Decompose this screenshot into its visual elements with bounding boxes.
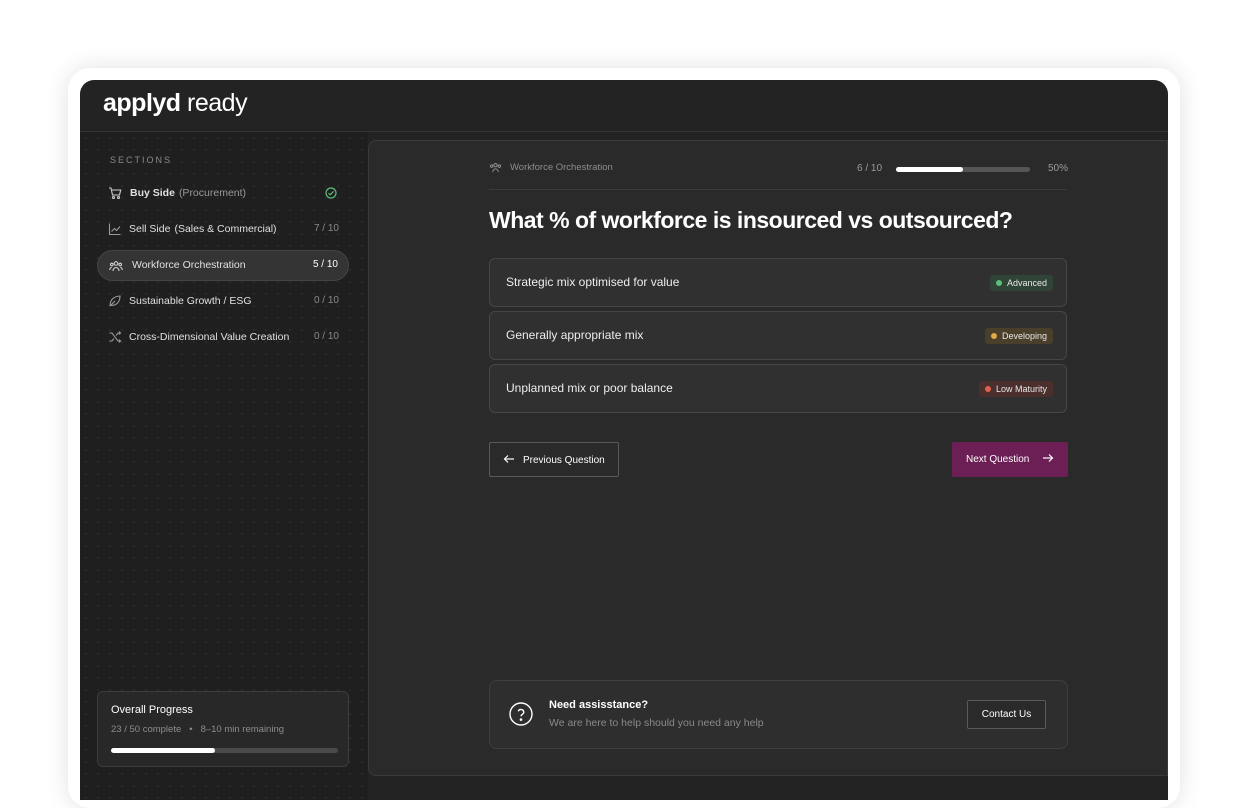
maturity-badge: Developing	[984, 328, 1053, 344]
answer-option-text: Strategic mix optimised for value	[506, 275, 680, 289]
check-circle-icon	[325, 187, 337, 199]
people-icon	[489, 163, 502, 173]
previous-question-button[interactable]: Previous Question	[489, 442, 619, 477]
overall-progress-subtitle: 23 / 50 complete • 8–10 min remaining	[111, 724, 284, 735]
sidebar-item-label: Buy Side	[130, 187, 175, 199]
sidebar-item-count: 7 / 10	[313, 223, 339, 234]
logo: applyd ready	[103, 89, 248, 118]
sidebar-item-workforce[interactable]: Workforce Orchestration 5 / 10	[97, 250, 349, 281]
badge-label: Advanced	[1006, 278, 1047, 288]
next-question-label: Next Question	[966, 454, 1030, 465]
app-window: applyd ready SECTIONS Buy Side (Procureme…	[80, 80, 1168, 800]
answer-option-text: Unplanned mix or poor balance	[506, 381, 673, 395]
overall-progress-remaining: 8–10 min remaining	[200, 724, 285, 735]
sidebar-item-label: Sustainable Growth / ESG	[129, 295, 252, 307]
previous-question-label: Previous Question	[523, 455, 605, 466]
help-title: Need assisstance?	[549, 699, 649, 711]
sidebar-item-sell-side[interactable]: Sell Side (Sales & Commercial) 7 / 10	[97, 214, 349, 245]
sidebar-item-sub: (Procurement)	[178, 187, 247, 199]
app-header: applyd ready	[80, 80, 1168, 132]
question-progress-bar	[896, 167, 1030, 172]
maturity-badge: Low Maturity	[978, 381, 1053, 397]
question-progress-text: 6 / 10	[857, 163, 883, 174]
people-icon	[109, 261, 123, 272]
sidebar-item-buy-side[interactable]: Buy Side (Procurement)	[97, 178, 349, 209]
badge-label: Developing	[1001, 331, 1047, 341]
overall-progress-complete: 23 / 50 complete	[111, 724, 182, 735]
logo-bold: applyd	[103, 89, 181, 117]
question-panel: Workforce Orchestration 6 / 10 50% What …	[368, 140, 1168, 776]
overall-progress-fill	[111, 748, 216, 753]
contact-us-button[interactable]: Contact Us	[967, 700, 1046, 729]
badge-label: Low Maturity	[995, 384, 1047, 394]
shuffle-icon	[109, 331, 122, 343]
answer-option-developing[interactable]: Generally appropriate mix Developing	[489, 311, 1067, 360]
cart-icon	[109, 187, 122, 200]
help-card: Need assisstance? We are here to help sh…	[489, 680, 1068, 749]
sidebar-item-count: 0 / 10	[313, 331, 339, 342]
sections-title: SECTIONS	[110, 155, 173, 165]
maturity-badge: Advanced	[989, 275, 1053, 291]
sidebar-item-sub: (Sales & Commercial)	[174, 223, 277, 235]
logo-light: ready	[187, 89, 248, 117]
leaf-icon	[109, 295, 121, 307]
help-subtitle: We are here to help should you need any …	[549, 717, 764, 729]
arrow-left-icon	[503, 455, 514, 463]
question-progress-fill	[896, 167, 963, 172]
overall-progress-card: Overall Progress 23 / 50 complete • 8–10 m…	[97, 691, 349, 767]
breadcrumb: Workforce Orchestration	[489, 162, 613, 173]
status-dot	[990, 333, 997, 339]
sidebar: SECTIONS Buy Side (Procurement) Sell Side…	[80, 132, 368, 800]
sidebar-item-label: Sell Side	[129, 223, 171, 235]
arrow-right-icon	[1043, 454, 1054, 462]
status-dot	[995, 280, 1002, 286]
sidebar-item-label: Workforce Orchestration	[132, 259, 246, 271]
sidebar-item-sustainable-growth[interactable]: Sustainable Growth / ESG 0 / 10	[97, 286, 349, 317]
status-dot	[984, 386, 991, 392]
chart-line-icon	[108, 223, 121, 236]
sidebar-item-count: 0 / 10	[313, 295, 339, 306]
divider	[489, 189, 1067, 190]
next-question-button[interactable]: Next Question	[952, 442, 1068, 477]
answer-option-advanced[interactable]: Strategic mix optimised for value Advanc…	[489, 258, 1067, 307]
sidebar-item-label: Cross-Dimensional Value Creation	[129, 331, 290, 343]
answer-option-low-maturity[interactable]: Unplanned mix or poor balance Low Maturi…	[489, 364, 1067, 413]
answer-option-text: Generally appropriate mix	[506, 328, 644, 342]
sidebar-item-cross-dimensional[interactable]: Cross-Dimensional Value Creation 0 / 10	[97, 322, 349, 353]
separator-dot: •	[189, 724, 193, 735]
overall-progress-bar	[111, 748, 338, 753]
question-circle-icon	[509, 702, 533, 726]
question-title: What % of workforce is insourced vs outs…	[489, 207, 1013, 233]
breadcrumb-label: Workforce Orchestration	[510, 162, 613, 174]
question-progress-percent: 50%	[1048, 163, 1069, 174]
sidebar-item-count: 5 / 10	[312, 259, 338, 270]
overall-progress-title: Overall Progress	[111, 704, 193, 716]
